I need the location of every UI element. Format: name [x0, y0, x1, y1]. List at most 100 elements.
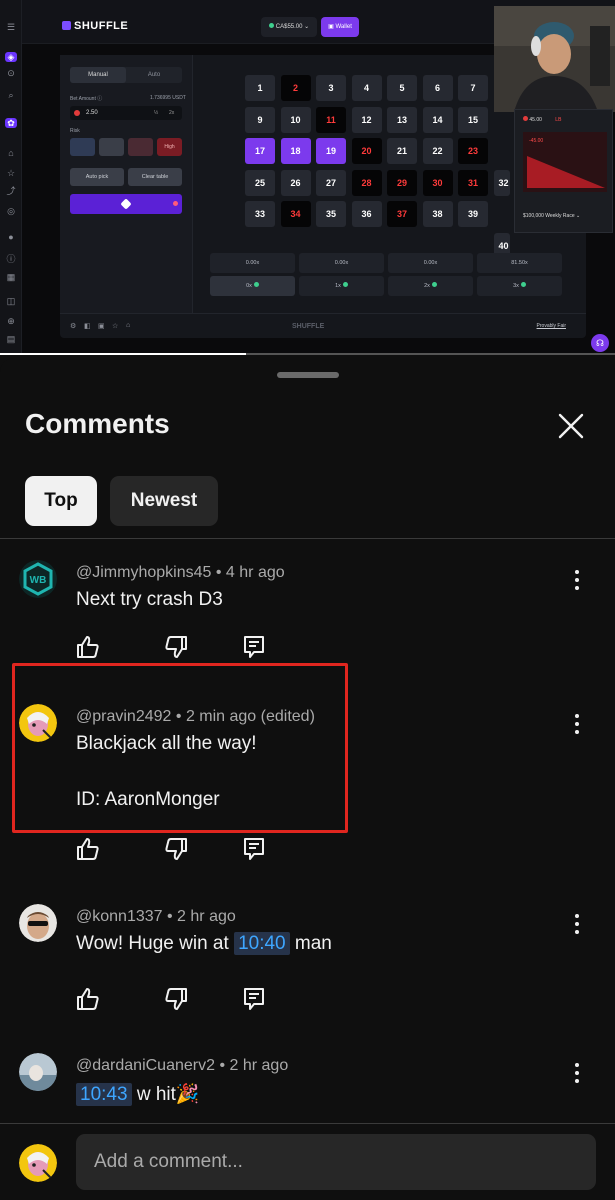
- keno-tile[interactable]: 19: [316, 138, 346, 164]
- originals-icon[interactable]: ◎: [5, 206, 17, 216]
- keno-tile[interactable]: 29: [387, 169, 417, 196]
- more-options-icon[interactable]: [570, 912, 584, 936]
- keno-tile[interactable]: 10: [280, 106, 311, 133]
- shuffle-logo[interactable]: SHUFFLE: [62, 20, 128, 32]
- video-player[interactable]: ☰ ◈ ⊙ ⌕ ✿ ⌂ ☆ ⤴ ◎ ● ⓘ ▦ ◫ ⊕ ▤ SHUFFLE CA…: [0, 0, 615, 355]
- keno-tile[interactable]: 26: [280, 169, 311, 196]
- support-chat-icon[interactable]: ☊: [591, 334, 609, 352]
- home-icon[interactable]: ⌂: [5, 148, 17, 158]
- play-button[interactable]: [70, 194, 182, 214]
- keno-tile[interactable]: 6: [422, 75, 453, 101]
- recent-icon[interactable]: ⤴: [5, 186, 17, 196]
- keno-tile[interactable]: 7: [458, 75, 488, 101]
- stats-icon[interactable]: ◧: [84, 322, 91, 330]
- keno-tile[interactable]: 2: [280, 75, 311, 101]
- live-icon[interactable]: ▦: [5, 272, 17, 282]
- reply-icon[interactable]: [242, 836, 266, 862]
- reply-icon[interactable]: [242, 986, 266, 1012]
- coin-icon[interactable]: ●: [5, 232, 17, 242]
- keno-tile[interactable]: 13: [387, 106, 417, 133]
- keno-tile[interactable]: 28: [351, 169, 382, 196]
- keno-tile[interactable]: 36: [351, 201, 382, 227]
- keno-tile[interactable]: 18: [280, 138, 311, 164]
- keno-tile[interactable]: 39: [458, 201, 488, 227]
- keno-tile[interactable]: 34: [280, 201, 311, 227]
- dislike-icon[interactable]: [164, 836, 188, 862]
- keno-tile[interactable]: 1: [245, 75, 275, 101]
- avatar[interactable]: [19, 1053, 57, 1091]
- keno-tile[interactable]: 23: [458, 138, 488, 164]
- casino-icon[interactable]: ◈: [5, 52, 17, 62]
- keno-tile[interactable]: 3: [316, 75, 346, 101]
- info-icon[interactable]: ⓘ: [5, 254, 17, 264]
- keno-tile[interactable]: 22: [422, 138, 453, 164]
- favorites-icon[interactable]: ☆: [5, 168, 17, 178]
- like-icon[interactable]: [76, 836, 100, 862]
- video-progress-bar[interactable]: [0, 353, 615, 355]
- wallet-button[interactable]: ▣ Wallet: [321, 17, 359, 37]
- keno-tile[interactable]: 15: [458, 106, 488, 133]
- keno-tile[interactable]: 14: [422, 106, 453, 133]
- menu-icon[interactable]: ☰: [5, 22, 17, 32]
- fairness-icon[interactable]: ⌂: [126, 322, 130, 329]
- keno-tile[interactable]: 5: [387, 75, 417, 101]
- keno-tile[interactable]: 25: [245, 169, 275, 196]
- keno-tile[interactable]: 12: [351, 106, 382, 133]
- search-icon[interactable]: ⌕: [5, 90, 17, 100]
- balance-selector[interactable]: CA$55.00 ⌄: [261, 17, 317, 37]
- keno-tile[interactable]: 27: [316, 169, 346, 196]
- provably-fair-link[interactable]: Provably Fair: [537, 323, 566, 329]
- clear-table-button[interactable]: Clear table: [128, 168, 182, 186]
- drag-handle[interactable]: [277, 372, 339, 378]
- keno-tile[interactable]: 4: [351, 75, 382, 101]
- add-comment-input[interactable]: [76, 1134, 596, 1190]
- half-button[interactable]: ½: [154, 106, 158, 120]
- risk-medium[interactable]: [128, 138, 153, 156]
- comment-author[interactable]: @pravin2492: [76, 708, 171, 725]
- avatar[interactable]: WB: [19, 560, 57, 598]
- bonus-icon[interactable]: ◫: [5, 296, 17, 306]
- more-options-icon[interactable]: [570, 1061, 584, 1085]
- favorite-icon[interactable]: ☆: [112, 322, 118, 330]
- sports-icon[interactable]: ⊙: [5, 68, 17, 78]
- bet-amount-input[interactable]: 2.50 ½ 2x: [70, 106, 182, 120]
- risk-high[interactable]: High: [157, 138, 182, 156]
- keno-tile[interactable]: 38: [422, 201, 453, 227]
- auto-pick-button[interactable]: Auto pick: [70, 168, 124, 186]
- comment-author[interactable]: @konn1337: [76, 908, 163, 925]
- comment-author[interactable]: @Jimmyhopkins45: [76, 564, 211, 581]
- race-selector[interactable]: $100,000 Weekly Race ⌄: [523, 213, 607, 219]
- keno-tile[interactable]: 11: [316, 106, 346, 133]
- more-options-icon[interactable]: [570, 712, 584, 736]
- reply-icon[interactable]: [242, 634, 266, 660]
- avatar[interactable]: [19, 904, 57, 942]
- tab-manual[interactable]: Manual: [70, 67, 126, 83]
- more-options-icon[interactable]: [570, 568, 584, 592]
- keno-tile[interactable]: 9: [245, 106, 275, 133]
- keno-tile[interactable]: 37: [387, 201, 417, 227]
- close-icon[interactable]: [553, 408, 589, 444]
- dislike-icon[interactable]: [164, 634, 188, 660]
- keno-tile[interactable]: 35: [316, 201, 346, 227]
- tab-auto[interactable]: Auto: [126, 67, 182, 83]
- promo-icon[interactable]: ✿: [5, 118, 17, 128]
- timestamp-link[interactable]: 10:43: [76, 1083, 132, 1106]
- avatar[interactable]: [19, 704, 57, 742]
- keno-tile[interactable]: 17: [245, 138, 275, 164]
- support-icon[interactable]: ⊕: [5, 316, 17, 326]
- keno-tile[interactable]: 30: [422, 169, 453, 196]
- risk-low[interactable]: [99, 138, 124, 156]
- filter-newest-chip[interactable]: Newest: [110, 476, 218, 526]
- theatre-icon[interactable]: ▣: [98, 322, 105, 330]
- keno-tile[interactable]: 32: [493, 169, 510, 196]
- like-icon[interactable]: [76, 986, 100, 1012]
- like-icon[interactable]: [76, 634, 100, 660]
- keno-tile[interactable]: 33: [245, 201, 275, 227]
- filter-top-chip[interactable]: Top: [25, 476, 97, 526]
- settings-icon[interactable]: ⚙: [70, 322, 76, 330]
- docs-icon[interactable]: ▤: [5, 334, 17, 344]
- keno-tile[interactable]: 21: [387, 138, 417, 164]
- comment-author[interactable]: @dardaniCuanerv2: [76, 1057, 215, 1074]
- keno-tile[interactable]: 31: [458, 169, 488, 196]
- risk-classic[interactable]: [70, 138, 95, 156]
